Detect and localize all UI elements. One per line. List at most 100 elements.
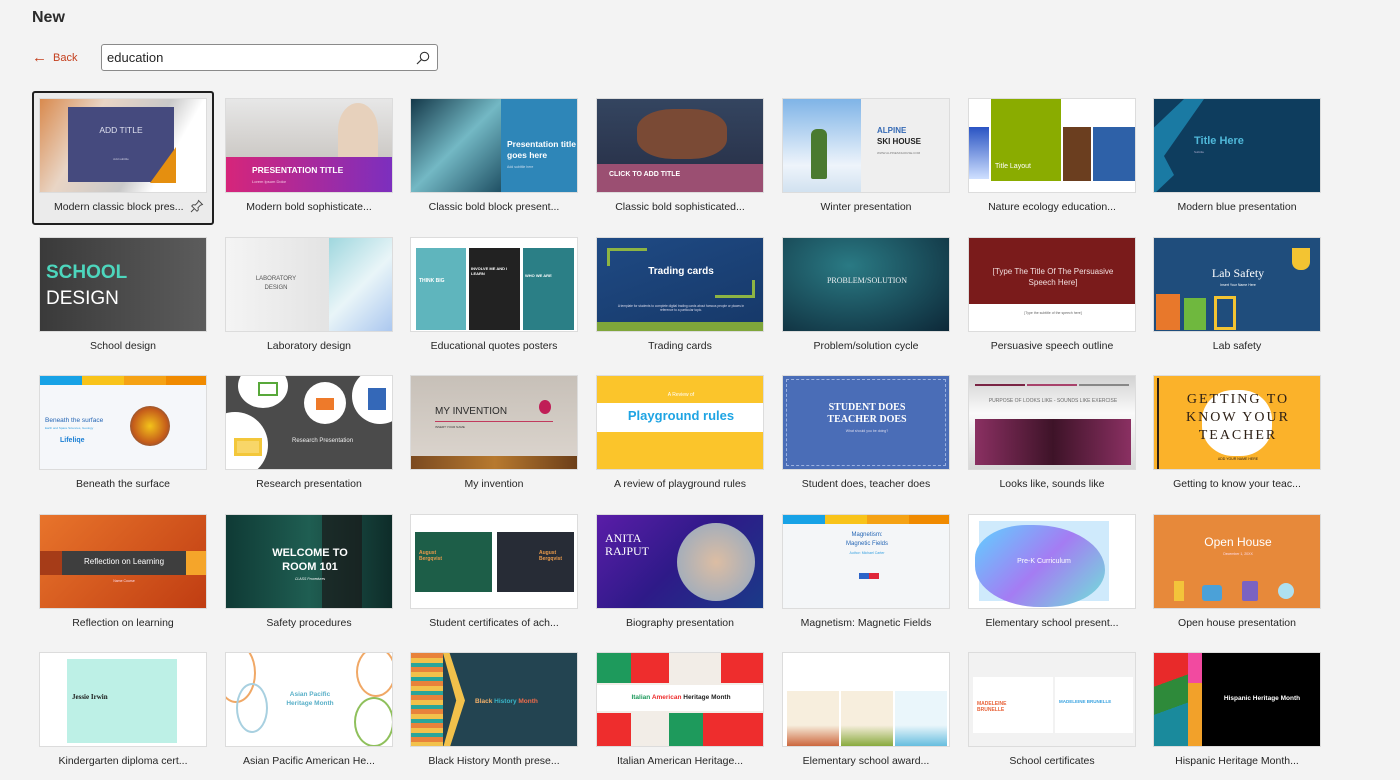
template-label: Lab safety — [1212, 340, 1262, 352]
template-thumbnail[interactable]: A Review of Playground rules — [596, 375, 764, 470]
template-thumbnail[interactable]: August Bergqvist August Bergqvist — [410, 514, 578, 609]
template-thumbnail[interactable]: PRESENTATION TITLE Lorem Ipsum Dolor — [225, 98, 393, 193]
template-thumbnail[interactable]: Italian American Heritage Month — [596, 652, 764, 747]
template-thumbnail[interactable]: Lab Safety Insert Your Name Here — [1153, 237, 1321, 332]
template-thumbnail[interactable]: Hispanic Heritage Month — [1153, 652, 1321, 747]
template-thumbnail[interactable]: Title Layout — [968, 98, 1136, 193]
template-label: Nature ecology education... — [988, 201, 1116, 213]
template-thumbnail[interactable]: Trading cards A template for students to… — [596, 237, 764, 332]
template-thumbnail[interactable]: ANITA RAJPUT — [596, 514, 764, 609]
template-tile[interactable]: MADELEINE BRUNELLE MADELEINE BRUNELLE Sc… — [961, 645, 1143, 779]
template-thumbnail[interactable]: Open House December 1, 20XX — [1153, 514, 1321, 609]
template-thumbnail[interactable]: GETTING TO KNOW YOUR TEACHER ADD YOUR NA… — [1153, 375, 1321, 470]
template-tile[interactable]: Title Here Subtitle Modern blue presenta… — [1146, 91, 1328, 225]
template-tile[interactable]: Black History Month Black History Month … — [403, 645, 585, 779]
template-thumbnail[interactable]: WELCOME TO ROOM 101 CLASS Procedures — [225, 514, 393, 609]
template-tile[interactable]: Beneath the surface Earth and Space Scie… — [32, 368, 214, 502]
template-thumbnail[interactable]: LABORATORY DESIGN — [225, 237, 393, 332]
template-tile[interactable]: SCHOOL DESIGN School design — [32, 230, 214, 364]
template-tile[interactable]: THINK BIG INVOLVE ME AND I LEARN WHO WE … — [403, 230, 585, 364]
back-button[interactable]: ← Back — [32, 50, 77, 65]
template-tile[interactable]: August Bergqvist August Bergqvist Studen… — [403, 507, 585, 641]
template-label: Beneath the surface — [76, 478, 170, 490]
template-tile[interactable]: STUDENT DOES TEACHER DOES What should yo… — [775, 368, 957, 502]
template-label: Asian Pacific American He... — [243, 755, 375, 767]
template-thumbnail[interactable]: ALPINE SKI HOUSE WWW.ALPINESKIHOUSE.COM — [782, 98, 950, 193]
template-tile[interactable]: WELCOME TO ROOM 101 CLASS Procedures Saf… — [218, 507, 400, 641]
template-label: Classic bold block present... — [428, 201, 560, 213]
template-label: Modern classic block pres... — [54, 201, 184, 213]
template-tile[interactable]: A Review of Playground rules A review of… — [589, 368, 771, 502]
template-thumbnail[interactable]: STUDENT DOES TEACHER DOES What should yo… — [782, 375, 950, 470]
search-box — [101, 44, 438, 71]
template-thumbnail[interactable]: Jessie Irwin — [39, 652, 207, 747]
template-tile[interactable]: Reflection on Learning Name Course Refle… — [32, 507, 214, 641]
template-label: Reflection on learning — [72, 617, 174, 629]
template-thumbnail[interactable]: Title Here Subtitle — [1153, 98, 1321, 193]
template-label: Black History Month prese... — [428, 755, 560, 767]
template-label: Hispanic Heritage Month... — [1175, 755, 1299, 767]
template-tile[interactable]: Elementary school award... — [775, 645, 957, 779]
template-label: Persuasive speech outline — [990, 340, 1114, 352]
template-tile[interactable]: ANITA RAJPUT Biography presentation — [589, 507, 771, 641]
template-tile[interactable]: ALPINE SKI HOUSE WWW.ALPINESKIHOUSE.COM … — [775, 91, 957, 225]
template-tile[interactable]: Asian Pacific Heritage Month Asian Pacif… — [218, 645, 400, 779]
template-label: Trading cards — [648, 340, 712, 352]
template-label: Getting to know your teac... — [1173, 478, 1301, 490]
template-tile[interactable]: PROBLEM/SOLUTION Problem/solution cycle — [775, 230, 957, 364]
template-label: Research presentation — [256, 478, 362, 490]
pin-icon[interactable] — [190, 199, 204, 213]
template-thumbnail[interactable]: Asian Pacific Heritage Month — [225, 652, 393, 747]
template-label: Classic bold sophisticated... — [615, 201, 745, 213]
template-label: Biography presentation — [626, 617, 734, 629]
template-thumbnail[interactable]: PROBLEM/SOLUTION — [782, 237, 950, 332]
template-tile[interactable]: Research Presentation Research presentat… — [218, 368, 400, 502]
template-tile[interactable]: Lab Safety Insert Your Name Here Lab saf… — [1146, 230, 1328, 364]
template-thumbnail[interactable]: [Type The Title Of The Persuasive Speech… — [968, 237, 1136, 332]
template-tile[interactable]: Pre-K Curriculum Elementary school prese… — [961, 507, 1143, 641]
template-tile[interactable]: PRESENTATION TITLE Lorem Ipsum Dolor Mod… — [218, 91, 400, 225]
template-label: Modern bold sophisticate... — [246, 201, 372, 213]
template-thumbnail[interactable]: MY INVENTION INSERT YOUR NAME — [410, 375, 578, 470]
template-thumbnail[interactable]: MADELEINE BRUNELLE MADELEINE BRUNELLE — [968, 652, 1136, 747]
template-tile[interactable]: Open House December 1, 20XX Open house p… — [1146, 507, 1328, 641]
template-label: Educational quotes posters — [430, 340, 558, 352]
template-tile[interactable]: Magnetism: Magnetic Fields Author: Micha… — [775, 507, 957, 641]
template-thumbnail[interactable]: Black History Month — [410, 652, 578, 747]
template-thumbnail[interactable] — [782, 652, 950, 747]
template-tile[interactable]: MY INVENTION INSERT YOUR NAME My inventi… — [403, 368, 585, 502]
template-tile[interactable]: GETTING TO KNOW YOUR TEACHER ADD YOUR NA… — [1146, 368, 1328, 502]
search-icon[interactable] — [412, 47, 434, 69]
template-thumbnail[interactable]: Pre-K Curriculum — [968, 514, 1136, 609]
template-tile[interactable]: Italian American Heritage Month Italian … — [589, 645, 771, 779]
template-label: A review of playground rules — [614, 478, 746, 490]
template-label: Looks like, sounds like — [999, 478, 1105, 490]
template-label: Magnetism: Magnetic Fields — [800, 617, 932, 629]
template-thumbnail[interactable]: Research Presentation — [225, 375, 393, 470]
template-thumbnail[interactable]: Magnetism: Magnetic Fields Author: Micha… — [782, 514, 950, 609]
template-thumbnail[interactable]: Reflection on Learning Name Course — [39, 514, 207, 609]
template-tile[interactable]: CLICK TO ADD TITLE Classic bold sophisti… — [589, 91, 771, 225]
template-label: Winter presentation — [820, 201, 912, 213]
template-thumbnail[interactable]: ADD TITLE Add subtitle — [39, 98, 207, 193]
template-tile[interactable]: ADD TITLE Add subtitle Modern classic bl… — [32, 91, 214, 225]
arrow-left-icon: ← — [32, 49, 47, 66]
template-thumbnail[interactable]: CLICK TO ADD TITLE — [596, 98, 764, 193]
template-tile[interactable]: Presentation title goes here Add subtitl… — [403, 91, 585, 225]
template-thumbnail[interactable]: SCHOOL DESIGN — [39, 237, 207, 332]
template-tile[interactable]: Jessie Irwin Kindergarten diploma cert..… — [32, 645, 214, 779]
search-input[interactable] — [102, 50, 412, 65]
template-tile[interactable]: [Type The Title Of The Persuasive Speech… — [961, 230, 1143, 364]
template-thumbnail[interactable]: THINK BIG INVOLVE ME AND I LEARN WHO WE … — [410, 237, 578, 332]
template-label: My invention — [464, 478, 524, 490]
template-thumbnail[interactable]: PURPOSE OF LOOKS LIKE - SOUNDS LIKE EXER… — [968, 375, 1136, 470]
template-thumbnail[interactable]: Presentation title goes here Add subtitl… — [410, 98, 578, 193]
template-tile[interactable]: Hispanic Heritage Month Hispanic Heritag… — [1146, 645, 1328, 779]
template-tile[interactable]: LABORATORY DESIGN Laboratory design — [218, 230, 400, 364]
template-label: Italian American Heritage... — [616, 755, 744, 767]
template-tile[interactable]: Title Layout Nature ecology education... — [961, 91, 1143, 225]
template-tile[interactable]: Trading cards A template for students to… — [589, 230, 771, 364]
template-label: Student does, teacher does — [801, 478, 931, 490]
template-thumbnail[interactable]: Beneath the surface Earth and Space Scie… — [39, 375, 207, 470]
template-tile[interactable]: PURPOSE OF LOOKS LIKE - SOUNDS LIKE EXER… — [961, 368, 1143, 502]
